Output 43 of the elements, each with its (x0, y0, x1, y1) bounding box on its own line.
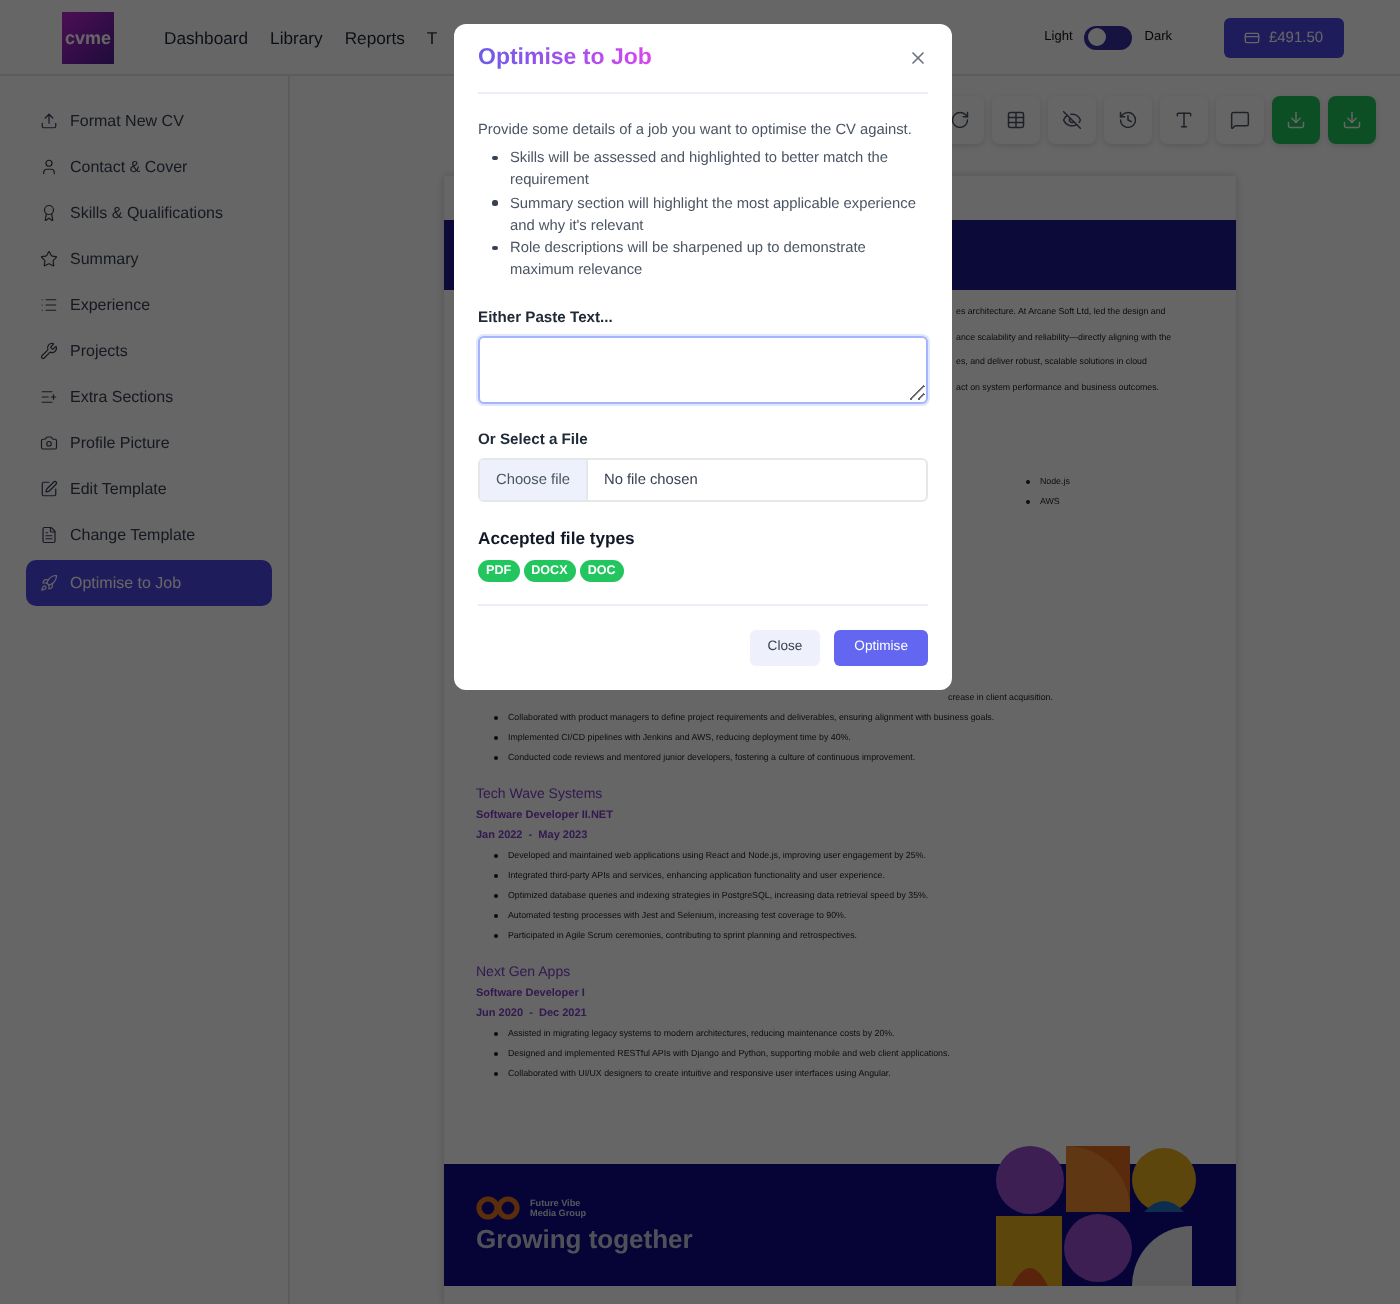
sidebar-item[interactable]: Profile Picture (26, 420, 272, 466)
logo[interactable]: cvme (62, 11, 114, 63)
card-icon (1244, 29, 1261, 45)
sidebar-item[interactable]: Experience (26, 282, 272, 328)
sidebar-item[interactable]: Change Template (26, 512, 272, 558)
table-icon (1006, 110, 1026, 130)
sidebar-item[interactable]: Extra Sections (26, 374, 272, 420)
download-icon (1286, 110, 1306, 130)
accepted-types-heading: Accepted file types (478, 527, 637, 548)
upload-icon (40, 112, 58, 130)
camera-icon (40, 434, 58, 452)
download-icon (1342, 110, 1362, 130)
refresh-icon (950, 110, 970, 130)
rocket-icon (40, 574, 58, 592)
sidebar-item[interactable]: Contact & Cover (26, 144, 272, 190)
sidebar-item[interactable]: Edit Template (26, 466, 272, 512)
award-icon (40, 204, 58, 222)
comment-icon (1230, 110, 1250, 130)
list-plus-icon (40, 388, 58, 406)
sidebar-item[interactable]: Summary (26, 236, 272, 282)
brand-logo-icon (476, 1196, 520, 1220)
nav-link[interactable]: Library (270, 27, 323, 47)
nav-link[interactable]: Reports (344, 27, 405, 47)
dialog-title: Optimise to Job (478, 46, 652, 70)
sidebar-item[interactable]: Optimise to Job (26, 560, 272, 606)
list-icon (40, 296, 58, 314)
banner-tagline: Growing together (476, 1224, 695, 1254)
close-icon[interactable] (908, 48, 928, 68)
nav-link[interactable]: T (426, 27, 438, 47)
user-icon (40, 158, 58, 176)
wrench-icon (40, 342, 58, 360)
history-icon (1118, 110, 1138, 130)
pen-square-icon (40, 480, 58, 498)
theme-toggle[interactable] (1084, 25, 1133, 49)
sidebar-item[interactable]: Format New CV (26, 98, 272, 144)
job-text-field[interactable] (478, 335, 928, 404)
star-icon (40, 250, 58, 268)
eye-off-icon (1062, 110, 1082, 130)
sidebar-item[interactable]: Projects (26, 328, 272, 374)
document-icon (40, 526, 58, 544)
sidebar-item[interactable]: Skills & Qualifications (26, 190, 272, 236)
text-icon (1174, 110, 1194, 130)
nav-link[interactable]: Dashboard (164, 27, 249, 47)
